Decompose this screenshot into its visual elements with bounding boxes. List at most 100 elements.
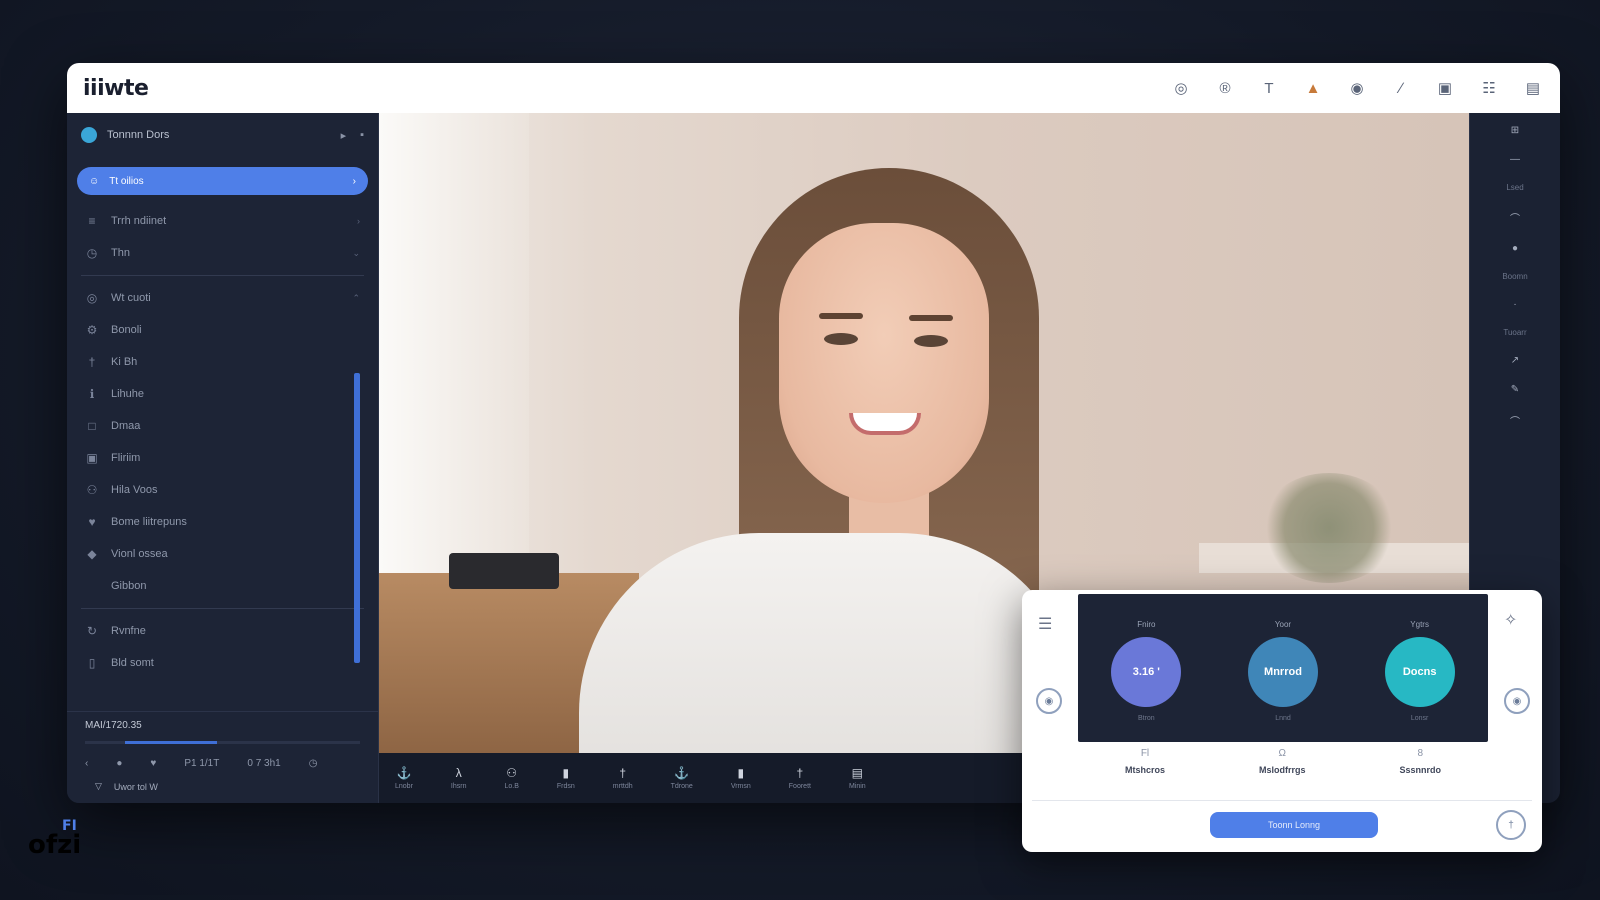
watermark-text: ofzi	[28, 830, 82, 860]
toolbar-button[interactable]: λ Ihsrn	[451, 766, 467, 790]
stat-cell[interactable]: Ygtrs Docns Lonsr	[1384, 620, 1455, 722]
primary-button[interactable]: Toonn Lonng	[1210, 812, 1378, 838]
pin-icon[interactable]: ▪	[360, 129, 364, 142]
toolbar-button[interactable]: ⚓ Tdrone	[671, 766, 693, 790]
prev-icon[interactable]: ‹	[85, 758, 88, 769]
chevron-right-icon: ›	[352, 175, 356, 187]
battery-icon: ▮	[737, 766, 745, 780]
stat-circle: 3.16 '	[1111, 637, 1182, 707]
sidebar-item[interactable]: □ Dmaa	[67, 410, 378, 442]
spiral-icon[interactable]: ◎	[1170, 77, 1192, 99]
sidebar-item-label: Lihuhe	[111, 388, 145, 400]
sidebar-item[interactable]: ⚇ Hila Voos	[67, 474, 378, 506]
text-icon[interactable]: Τ	[1258, 77, 1280, 99]
italic-icon[interactable]: ∕	[1390, 77, 1412, 99]
toolbar-button[interactable]: † mrttdh	[613, 766, 633, 790]
minus-icon[interactable]: —	[1510, 154, 1520, 165]
bell-icon: ⚓	[674, 766, 690, 780]
stat-cell[interactable]: Fniro 3.16 ' Btron	[1111, 620, 1182, 722]
stat-cell[interactable]: Yoor Mnrrod Lnnd	[1247, 620, 1318, 722]
sidebar-item[interactable]: ⚙ Bonoli	[67, 314, 378, 346]
progress-bar[interactable]	[85, 741, 360, 744]
refresh-icon: ↻	[86, 624, 98, 638]
eye-icon[interactable]: ◉	[1504, 688, 1530, 714]
heart-icon: ♥	[88, 515, 96, 529]
avatar[interactable]	[81, 127, 97, 143]
panel-label-icon: 8	[1417, 748, 1424, 759]
zoom-icon[interactable]: ⊞	[1511, 125, 1519, 136]
sidebar-item[interactable]: ≡ Trrh ndiinet ›	[67, 205, 378, 237]
gear-icon: ⚙	[86, 323, 98, 337]
sidebar-item[interactable]: ℹ Lihuhe	[67, 378, 378, 410]
toolbar-button[interactable]: † Foorett	[789, 766, 811, 790]
panel-label[interactable]: Fl Mtshcros	[1125, 748, 1165, 775]
sidebar-item[interactable]: Gibbon	[67, 570, 378, 602]
footer-bottom: ▽ Uwor tol W	[67, 777, 378, 796]
info-icon: ℹ	[89, 387, 95, 401]
toolbar-button[interactable]: ▤ Minin	[849, 766, 866, 790]
toolbar-button[interactable]: ⚇ Lo.B	[504, 766, 518, 790]
sidebar-item[interactable]: ◎ Wt cuoti ⌃	[67, 282, 378, 314]
sidebar-footer: MAI/1720.35 ‹ ● ♥ P1 1/1T 0 7 3h1 ◷ ▽ Uw…	[67, 711, 378, 803]
eye-icon[interactable]: ◉	[1036, 688, 1062, 714]
sidebar-item[interactable]: ▯ Bld somt	[67, 647, 378, 679]
info-icon[interactable]: †	[1496, 810, 1526, 840]
sidebar-item-label: Vionl ossea	[111, 548, 168, 560]
plant	[1259, 473, 1399, 583]
sidebar-item-label: Hila Voos	[111, 484, 158, 496]
watermark-sup: FI	[62, 818, 77, 834]
circle-q-icon[interactable]: ◉	[1346, 77, 1368, 99]
sidebar-item[interactable]: ♥ Bome liitrepuns	[67, 506, 378, 538]
toolbar-button[interactable]: ⚓ Lnobr	[395, 766, 413, 790]
stat-bottom-label: Lonsr	[1410, 715, 1429, 722]
pin-icon: †	[88, 355, 96, 369]
sidebar-item-label: Trrh ndiinet	[111, 215, 167, 227]
grid-icon[interactable]: ☷	[1478, 77, 1500, 99]
edit-icon[interactable]: ✎	[1511, 384, 1519, 395]
filter-icon[interactable]: ▽	[95, 781, 102, 792]
sidebar-item-label: Bonoli	[111, 324, 142, 336]
scrollbar[interactable]	[354, 373, 360, 663]
footer-control-label: 0 7 3h1	[247, 758, 281, 769]
filter-icon[interactable]: ☰	[1038, 614, 1052, 634]
divider	[1032, 800, 1532, 801]
toolbar-button[interactable]: ▮ Frdsn	[557, 766, 575, 790]
sidebar-item-label: Wt cuoti	[111, 292, 151, 304]
panel-label[interactable]: Ω Mslodfrrgs	[1259, 748, 1306, 775]
user-icon: ☺	[89, 175, 100, 187]
sidebar-item-label: Thn	[111, 247, 130, 259]
sparkle-icon[interactable]: ✧	[1504, 610, 1517, 630]
dot-icon[interactable]: ·	[1513, 299, 1516, 310]
stat-bottom-label: Btron	[1137, 715, 1155, 722]
sidebar-item[interactable]: ◷ Thn ⌄	[67, 237, 378, 269]
sidebar-item-active[interactable]: ☺ Tt oilios ›	[77, 167, 368, 195]
rail-label: Lsed	[1506, 183, 1524, 192]
bracket-icon[interactable]: ⌒	[1510, 210, 1520, 225]
record-icon[interactable]: ●	[116, 758, 122, 769]
arc-icon[interactable]: ⌒	[1510, 413, 1520, 428]
image-icon[interactable]: ▣	[1434, 77, 1456, 99]
panel-label[interactable]: 8 Sssnnrdo	[1399, 748, 1441, 775]
sidebar-item[interactable]: ▣ Fliriim	[67, 442, 378, 474]
clock-icon[interactable]: ◷	[309, 758, 318, 769]
panel-label-text: Sssnnrdo	[1399, 765, 1441, 775]
stack-icon[interactable]: ▤	[1522, 77, 1544, 99]
panel-label-icon: Ω	[1278, 748, 1286, 759]
caret-icon[interactable]: ▸	[341, 129, 347, 142]
toolbar-button-label: Lnobr	[395, 783, 413, 790]
sidebar-item[interactable]: † Ki Bh	[67, 346, 378, 378]
record-icon[interactable]: ●	[1512, 243, 1518, 254]
toolbar-button[interactable]: ▮ Vrmsn	[731, 766, 751, 790]
people-icon: ⚇	[86, 483, 98, 497]
sidebar-item[interactable]: ◆ Vionl ossea	[67, 538, 378, 570]
at-icon[interactable]: ®	[1214, 77, 1236, 99]
shield-icon: ◆	[87, 547, 97, 561]
mask-icon[interactable]: ♥	[150, 758, 156, 769]
sidebar: Tonnnn Dors ▸ ▪ ☺ Tt oilios › ≡ Trrh ndi…	[67, 113, 379, 803]
arrow-icon[interactable]: ↗	[1511, 355, 1519, 366]
cat-icon[interactable]: ▲	[1302, 77, 1324, 99]
footer-bottom-label: Uwor tol W	[113, 781, 158, 792]
sidebar-item[interactable]: ↻ Rvnfne	[67, 615, 378, 647]
stat-top-label: Yoor	[1274, 620, 1292, 629]
watermark-logo: ofzi FI	[28, 818, 82, 860]
